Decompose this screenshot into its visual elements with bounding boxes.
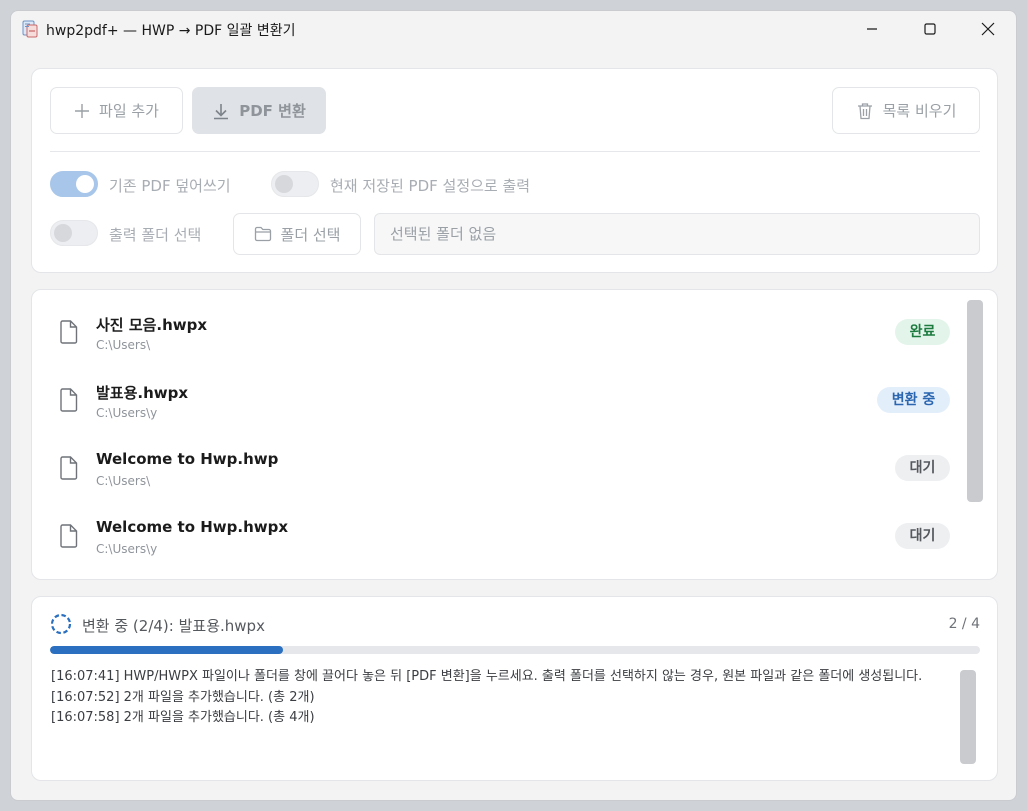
file-icon	[60, 320, 78, 344]
file-icon	[60, 388, 78, 412]
output-folder-label: 출력 폴더 선택	[109, 226, 202, 244]
progress-counter: 2 / 4	[948, 616, 980, 632]
toggle-knob	[76, 175, 94, 193]
maximize-icon	[924, 23, 936, 35]
file-icon	[60, 524, 78, 548]
file-path: C:\Users\	[96, 474, 151, 488]
folder-icon	[254, 226, 271, 242]
minimize-button[interactable]	[843, 11, 901, 47]
output-folder-toggle[interactable]	[50, 220, 98, 246]
file-name: 사진 모음.hwpx	[96, 316, 208, 334]
close-icon	[981, 22, 995, 36]
file-path: C:\Users\y	[96, 542, 158, 556]
log-line: [16:07:58] 2개 파일을 추가했습니다. (총 4개)	[51, 710, 315, 725]
file-path: C:\Users\y	[96, 406, 158, 420]
log-line: [16:07:41] HWP/HWPX 파일이나 폴더를 창에 끌어다 놓은 뒤…	[51, 669, 923, 684]
window-title: hwp2pdf+ — HWP → PDF 일괄 변환기	[46, 23, 296, 39]
log-line: [16:07:52] 2개 파일을 추가했습니다. (총 2개)	[51, 689, 315, 705]
download-icon	[214, 103, 229, 119]
status-badge: 변환 중	[877, 387, 950, 413]
select-folder-button[interactable]: 폴더 선택	[233, 213, 361, 255]
file-path: C:\Users\	[96, 338, 151, 352]
trash-icon	[857, 102, 872, 119]
progress-bar	[50, 646, 980, 654]
convert-pdf-label: PDF 변환	[239, 102, 306, 120]
overwrite-label: 기존 PDF 덮어쓰기	[109, 177, 231, 195]
file-name: Welcome to Hwp.hwp	[96, 450, 279, 468]
log-scrollbar[interactable]	[960, 670, 976, 764]
status-badge: 대기	[895, 455, 950, 481]
log-area[interactable]: [16:07:41] HWP/HWPX 파일이나 폴더를 창에 끌어다 놓은 뒤…	[51, 667, 951, 729]
controls-panel: 파일 추가 PDF 변환 목록 비우기 기존 PDF 덮어쓰기 현재 저장된 P…	[31, 68, 998, 273]
clear-list-button[interactable]: 목록 비우기	[832, 87, 980, 134]
file-name: Welcome to Hwp.hwpx	[96, 518, 289, 536]
divider	[50, 151, 980, 152]
minimize-icon	[867, 28, 877, 30]
list-item[interactable]: Welcome to Hwp.hwpx C:\Users\y 대기	[32, 494, 962, 562]
select-folder-label: 폴더 선택	[280, 225, 341, 244]
list-item[interactable]: 발표용.hwpx C:\Users\y 변환 중	[32, 358, 962, 426]
status-badge: 대기	[895, 523, 950, 549]
progress-bar-fill	[50, 646, 283, 654]
convert-pdf-button[interactable]: PDF 변환	[192, 87, 326, 134]
app-logo-icon	[22, 20, 38, 38]
status-badge: 완료	[895, 319, 950, 345]
add-file-button[interactable]: 파일 추가	[50, 87, 183, 134]
list-item[interactable]: Welcome to Hwp.hwp C:\Users\ 대기	[32, 426, 962, 494]
list-item[interactable]: 사진 모음.hwpx C:\Users\ 완료	[32, 290, 962, 358]
overwrite-toggle[interactable]	[50, 171, 98, 197]
file-name: 발표용.hwpx	[96, 384, 189, 402]
maximize-button[interactable]	[901, 11, 959, 47]
file-icon	[60, 456, 78, 480]
app-window: hwp2pdf+ — HWP → PDF 일괄 변환기 파일 추가 PDF 변환…	[10, 10, 1017, 801]
title-bar[interactable]: hwp2pdf+ — HWP → PDF 일괄 변환기	[11, 11, 1016, 47]
plus-icon	[75, 103, 90, 118]
use-current-settings-label: 현재 저장된 PDF 설정으로 출력	[330, 177, 531, 195]
toggle-knob	[54, 224, 72, 242]
progress-status-text: 변환 중 (2/4): 발표용.hwpx	[82, 617, 265, 635]
clear-list-label: 목록 비우기	[882, 102, 957, 120]
file-list-panel: 사진 모음.hwpx C:\Users\ 완료 발표용.hwpx C:\User…	[31, 289, 998, 580]
add-file-label: 파일 추가	[99, 102, 159, 120]
progress-panel: 변환 중 (2/4): 발표용.hwpx 2 / 4 [16:07:41] HW…	[31, 596, 998, 781]
file-list-scrollbar[interactable]	[967, 300, 983, 502]
toggle-knob	[275, 175, 293, 193]
selected-folder-field[interactable]: 선택된 폴더 없음	[374, 213, 980, 255]
close-button[interactable]	[959, 11, 1016, 47]
spinner-icon	[50, 613, 72, 635]
use-current-settings-toggle[interactable]	[271, 171, 319, 197]
